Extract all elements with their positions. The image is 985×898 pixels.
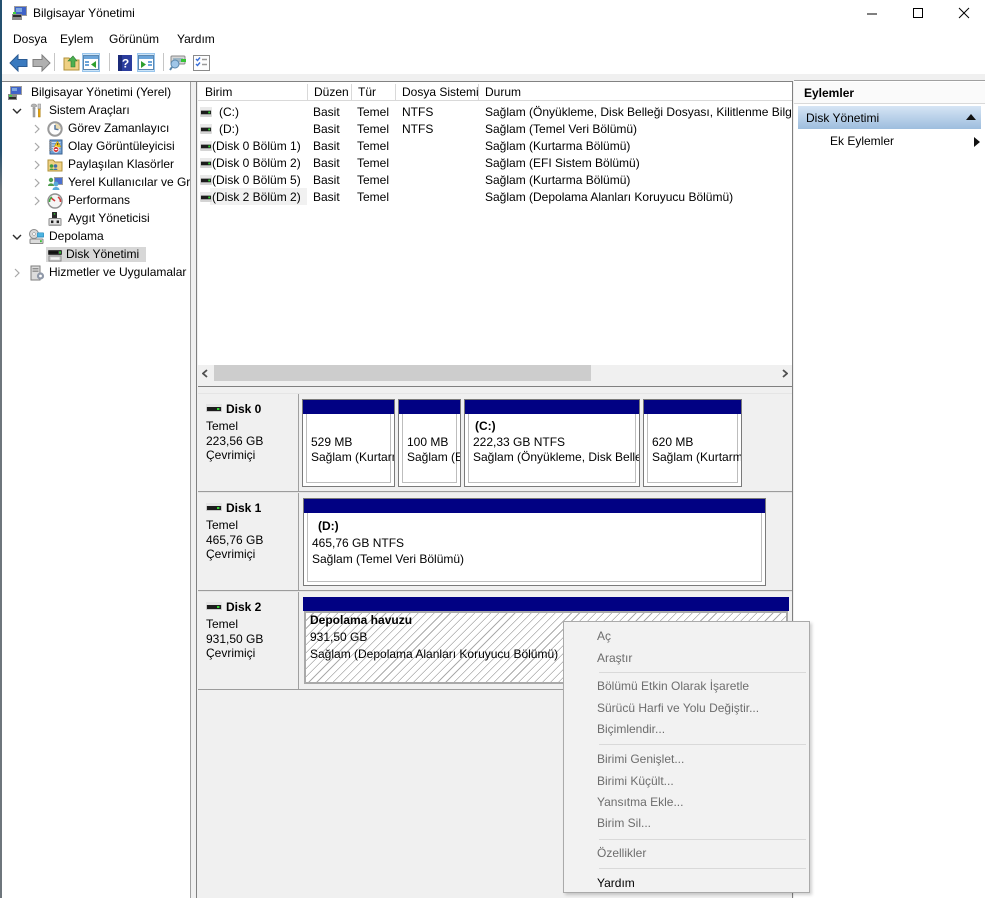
svg-text:?: ? xyxy=(122,57,129,71)
